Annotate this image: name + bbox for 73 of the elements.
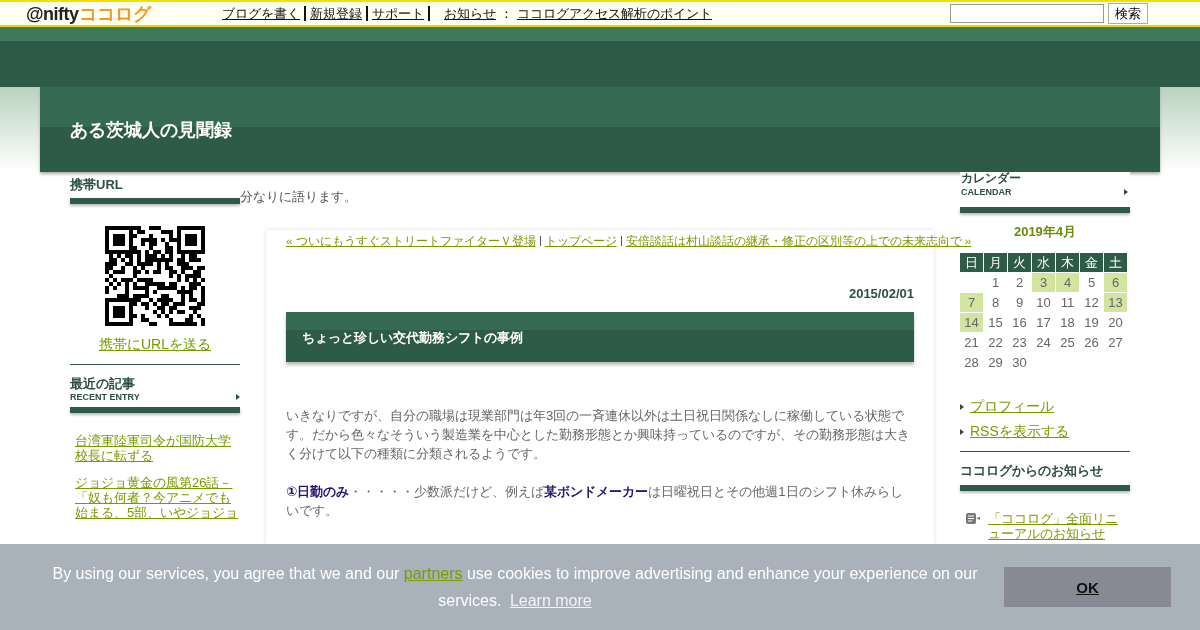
cookie-message: By using our services, you agree that we and our partners use cookies to improve advertising and enhance your experience on our services. Learn more xyxy=(51,564,979,611)
calendar-day: 11 xyxy=(1056,293,1079,312)
triangle-icon xyxy=(960,429,964,435)
notice-link[interactable]: ココログアクセス解析のポイント xyxy=(517,4,712,23)
previous-entry-link[interactable]: « ついにもうすぐストリートファイターＶ登場 xyxy=(286,235,536,247)
calendar-day: 24 xyxy=(1032,333,1055,352)
calendar-day: 15 xyxy=(984,313,1007,332)
notice-link[interactable]: お知らせ xyxy=(444,4,496,23)
top-nav-link[interactable]: ブログを書く xyxy=(222,4,300,23)
post-paragraph: いきなりですが、自分の職場は現業部門は年3回の一斉連休以外は土日祝日関係なしに稼働している状態です。だから色々なそういう製造業を中心とした勤務形態とか興味持っているのですが、その勤務形態は大きく分けて以下の種類に分類されるようです。 xyxy=(286,407,911,463)
calendar-day: 29 xyxy=(984,353,1007,372)
search-field[interactable] xyxy=(950,4,1104,23)
calendar-day: 20 xyxy=(1104,313,1127,332)
section-heading: ココログからのお知らせ xyxy=(960,462,1104,480)
post-paragraph: ①日勤のみ・・・・・少数派だけど、例えば某ボンドメーカーは日曜祝日とその他週1日のシフト休みらしいです。 xyxy=(286,483,904,520)
notice-link[interactable]: 「ココログ」全面リニューアルのお知らせ xyxy=(988,511,1130,541)
calendar-day: 9 xyxy=(1008,293,1031,312)
calendar-day: 12 xyxy=(1080,293,1103,312)
weekday-header: 火 xyxy=(1008,253,1031,272)
weekday-header: 木 xyxy=(1056,253,1079,272)
search-button[interactable]: 検索 xyxy=(1108,3,1148,24)
calendar-day: 19 xyxy=(1080,313,1103,332)
calendar-day-link[interactable]: 6 xyxy=(1104,273,1127,292)
calendar-day: 8 xyxy=(984,293,1007,312)
triangle-icon xyxy=(960,404,964,410)
calendar-day: 1 xyxy=(984,273,1007,292)
recent-entry-link[interactable]: 台湾軍陸軍司令が国防大学校長に転ずる xyxy=(75,433,240,463)
calendar-day: 18 xyxy=(1056,313,1079,332)
post-title[interactable]: ちょっと珍しい交代勤務シフトの事例 xyxy=(302,329,523,347)
sidebar-link[interactable]: RSSを表示する xyxy=(970,423,1069,441)
calendar-day-link[interactable]: 7 xyxy=(960,293,983,312)
calendar-day: 2 xyxy=(1008,273,1031,292)
calendar-day: 17 xyxy=(1032,313,1055,332)
weekday-header: 月 xyxy=(984,253,1007,272)
note-icon xyxy=(966,513,980,524)
calendar-day-link[interactable]: 14 xyxy=(960,313,983,332)
calendar-day: 27 xyxy=(1104,333,1127,352)
nifty-logo[interactable]: @niftyココログ xyxy=(26,1,176,26)
weekday-header: 日 xyxy=(960,253,983,272)
calendar-day: 25 xyxy=(1056,333,1079,352)
section-heading: 最近の記事 xyxy=(70,375,136,392)
top-page-link[interactable]: トップページ xyxy=(544,235,617,247)
calendar-day: 21 xyxy=(960,333,983,352)
triangle-icon xyxy=(1124,189,1128,195)
send-url-link[interactable]: 携帯にURLを送る xyxy=(99,336,211,352)
calendar-day: 22 xyxy=(984,333,1007,352)
blog-title[interactable]: ある茨城人の見聞録 xyxy=(70,117,232,142)
blog-tagline: 分なりに語ります。 xyxy=(240,190,357,204)
section-heading: 携帯URL xyxy=(70,176,124,193)
top-nav-link[interactable]: サポート xyxy=(372,4,424,23)
calendar-day: 10 xyxy=(1032,293,1055,312)
sidebar-link[interactable]: プロフィール xyxy=(970,398,1054,416)
next-entry-link[interactable]: 安倍談話は村山談話の継承・修正の区別等の上での未来志向で » xyxy=(625,235,972,247)
post-date: 2015/02/01 xyxy=(847,286,914,301)
calendar-day: 23 xyxy=(1008,333,1031,352)
calendar-day-link[interactable]: 3 xyxy=(1032,273,1055,292)
calendar-day: 16 xyxy=(1008,313,1031,332)
weekday-header: 土 xyxy=(1104,253,1127,272)
calendar-month: 2019年4月 xyxy=(1012,223,1078,241)
calendar-day: 5 xyxy=(1080,273,1103,292)
recent-entry-link[interactable]: ジョジョ黄金の風第26話－「奴も何者？今アニメでも始まる、5部、いやジョジョ xyxy=(75,475,240,520)
calendar-day: 30 xyxy=(1008,353,1031,372)
weekday-header: 金 xyxy=(1080,253,1103,272)
calendar-day-link[interactable]: 4 xyxy=(1056,273,1079,292)
triangle-icon xyxy=(236,394,240,400)
calendar-day-link[interactable]: 13 xyxy=(1104,293,1127,312)
separator: ： xyxy=(500,4,513,23)
calendar-day: 26 xyxy=(1080,333,1103,352)
section-subheading: RECENT ENTRY xyxy=(70,392,140,402)
ok-button[interactable]: OK xyxy=(1004,567,1171,607)
weekday-header: 水 xyxy=(1032,253,1055,272)
calendar-day: 28 xyxy=(960,353,983,372)
top-nav-link[interactable]: 新規登録 xyxy=(310,4,362,23)
